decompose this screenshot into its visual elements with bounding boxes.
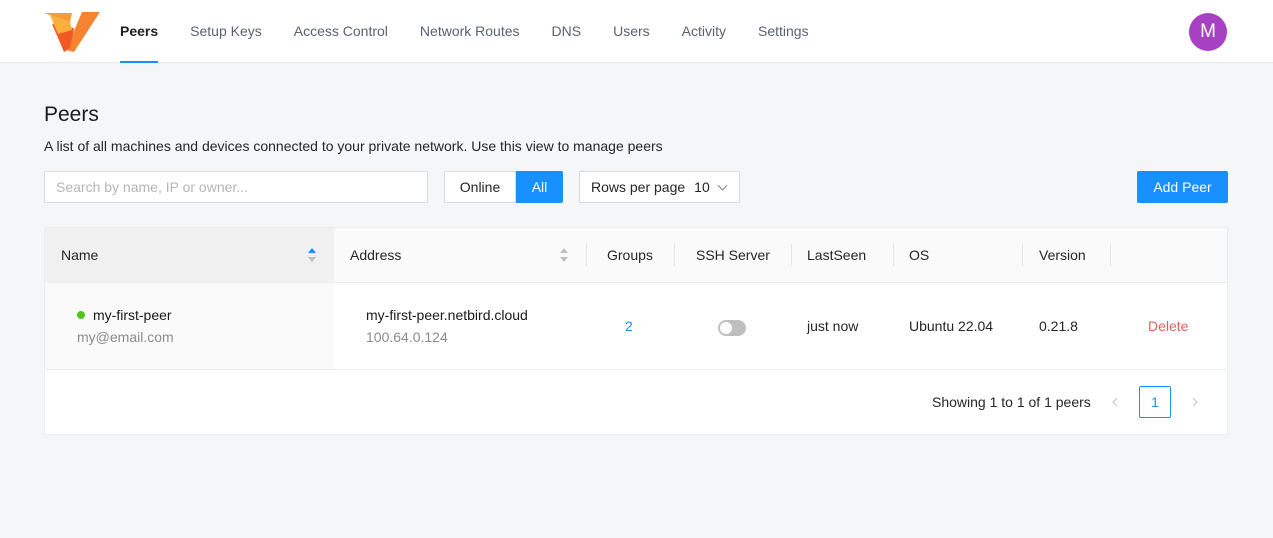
column-header-version: Version bbox=[1039, 247, 1086, 263]
chevron-down-icon bbox=[717, 184, 728, 191]
rows-per-page-select[interactable]: Rows per page 10 bbox=[579, 171, 740, 203]
chevron-left-icon[interactable] bbox=[1108, 394, 1122, 410]
peer-owner: my@email.com bbox=[77, 329, 174, 345]
rows-per-page-label: Rows per page bbox=[591, 179, 686, 195]
status-filter: Online All bbox=[444, 171, 563, 203]
add-peer-button[interactable]: Add Peer bbox=[1137, 171, 1228, 203]
page-description: A list of all machines and devices conne… bbox=[44, 138, 663, 154]
nav-users[interactable]: Users bbox=[597, 0, 666, 63]
netbird-logo-icon[interactable] bbox=[44, 12, 100, 52]
online-status-dot bbox=[77, 311, 85, 319]
table-row[interactable]: my-first-peer my@email.com my-first-peer… bbox=[45, 283, 1227, 370]
chevron-right-icon[interactable] bbox=[1188, 394, 1202, 410]
peer-hostname: my-first-peer.netbird.cloud bbox=[366, 307, 528, 323]
column-divider bbox=[586, 244, 587, 266]
filter-online-button[interactable]: Online bbox=[444, 171, 516, 203]
column-header-ssh-server: SSH Server bbox=[696, 247, 770, 263]
column-divider bbox=[674, 244, 675, 266]
sort-icon[interactable] bbox=[559, 247, 569, 263]
pagination-summary: Showing 1 to 1 of 1 peers bbox=[932, 394, 1091, 410]
delete-peer-button[interactable]: Delete bbox=[1148, 318, 1188, 334]
ssh-server-toggle[interactable] bbox=[718, 320, 746, 336]
column-header-address[interactable]: Address bbox=[350, 228, 401, 283]
user-avatar[interactable]: M bbox=[1189, 13, 1227, 51]
column-divider bbox=[893, 244, 894, 266]
column-header-lastseen: LastSeen bbox=[807, 247, 867, 263]
nav-dns[interactable]: DNS bbox=[536, 0, 598, 63]
nav-access-control[interactable]: Access Control bbox=[278, 0, 404, 63]
filter-all-button[interactable]: All bbox=[516, 171, 563, 203]
column-divider bbox=[791, 244, 792, 266]
peer-os: Ubuntu 22.04 bbox=[909, 318, 994, 334]
name-cell bbox=[45, 283, 334, 369]
peer-version: 0.21.8 bbox=[1039, 318, 1078, 334]
peer-name[interactable]: my-first-peer bbox=[93, 307, 172, 323]
pagination-page-1[interactable]: 1 bbox=[1139, 386, 1171, 418]
nav-peers[interactable]: Peers bbox=[104, 0, 174, 63]
nav-setup-keys[interactable]: Setup Keys bbox=[174, 0, 278, 63]
peer-last-seen: just now bbox=[807, 318, 859, 334]
main-nav: Peers Setup Keys Access Control Network … bbox=[104, 0, 825, 63]
rows-per-page-value: 10 bbox=[694, 179, 710, 195]
page-title: Peers bbox=[44, 103, 99, 126]
column-divider bbox=[1110, 244, 1111, 266]
nav-network-routes[interactable]: Network Routes bbox=[404, 0, 536, 63]
peer-ip: 100.64.0.124 bbox=[366, 329, 448, 345]
sort-icon[interactable] bbox=[307, 247, 317, 263]
column-header-groups: Groups bbox=[607, 247, 653, 263]
column-header-name[interactable]: Name bbox=[61, 228, 98, 283]
nav-settings[interactable]: Settings bbox=[742, 0, 825, 63]
column-divider bbox=[1022, 244, 1023, 266]
peers-table: Name Address Groups SSH Server LastSeen … bbox=[44, 227, 1228, 435]
search-input[interactable] bbox=[44, 171, 428, 203]
top-navigation-bar: Peers Setup Keys Access Control Network … bbox=[0, 0, 1273, 63]
column-header-os: OS bbox=[909, 247, 930, 263]
table-header: Name Address Groups SSH Server LastSeen … bbox=[45, 228, 1227, 283]
nav-activity[interactable]: Activity bbox=[666, 0, 742, 63]
peer-groups-link[interactable]: 2 bbox=[625, 318, 633, 334]
